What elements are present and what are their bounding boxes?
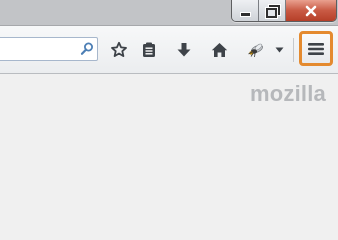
search-bar[interactable] xyxy=(0,37,98,61)
addon-dropdown-button[interactable] xyxy=(272,39,286,61)
window-controls xyxy=(231,0,337,22)
addon-button[interactable] xyxy=(245,39,267,61)
search-icon[interactable] xyxy=(79,41,95,57)
dropdown-arrow-icon xyxy=(275,47,283,53)
page-content: mozilla xyxy=(0,74,338,215)
star-icon xyxy=(111,41,127,57)
toolbar-separator xyxy=(293,38,294,62)
download-arrow-icon xyxy=(177,43,191,57)
bookmarks-list-icon xyxy=(143,42,155,57)
minimize-icon xyxy=(239,11,251,17)
restore-icon xyxy=(266,5,280,18)
hamburger-menu-icon xyxy=(308,42,324,55)
minimize-button[interactable] xyxy=(232,0,259,21)
open-menu-button[interactable] xyxy=(299,31,333,66)
search-input[interactable] xyxy=(2,39,74,59)
addon-insect-icon xyxy=(248,43,263,58)
home-button[interactable] xyxy=(208,39,230,61)
bookmark-star-button[interactable] xyxy=(108,39,130,61)
bookmarks-list-button[interactable] xyxy=(138,39,160,61)
close-button[interactable] xyxy=(286,0,336,21)
title-bar xyxy=(0,0,338,26)
downloads-button[interactable] xyxy=(173,39,195,61)
mozilla-wordmark: mozilla xyxy=(250,81,326,106)
close-icon xyxy=(305,5,317,16)
home-icon xyxy=(211,43,227,57)
restore-button[interactable] xyxy=(259,0,286,21)
navigation-toolbar xyxy=(0,26,338,74)
